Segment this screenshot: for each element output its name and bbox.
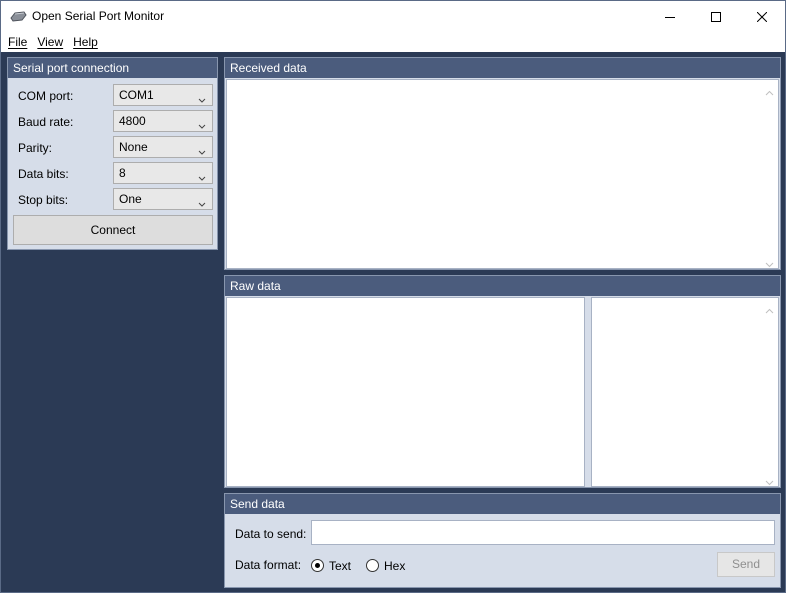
window-title: Open Serial Port Monitor: [32, 9, 165, 23]
baud-rate-label: Baud rate:: [18, 115, 74, 129]
stop-bits-value: One: [119, 192, 142, 206]
raw-data-panel: Raw data: [224, 275, 781, 488]
maximize-button[interactable]: [693, 1, 739, 32]
received-scrollbar[interactable]: [761, 80, 778, 268]
format-text-label[interactable]: Text: [329, 559, 351, 573]
raw-scrollbar[interactable]: [761, 298, 778, 486]
com-port-select[interactable]: COM1: [113, 84, 213, 106]
menu-file[interactable]: File: [3, 32, 32, 52]
maximize-icon: [711, 11, 721, 22]
data-bits-label: Data bits:: [18, 167, 69, 181]
close-button[interactable]: [739, 1, 785, 32]
raw-data-header: Raw data: [225, 276, 780, 296]
format-text-radio[interactable]: [311, 559, 324, 572]
chevron-down-icon: [198, 90, 206, 103]
minimize-icon: [665, 12, 675, 22]
menu-help[interactable]: Help: [68, 32, 103, 52]
parity-label: Parity:: [18, 141, 53, 155]
title-bar[interactable]: Open Serial Port Monitor: [1, 1, 785, 32]
format-hex-radio[interactable]: [366, 559, 379, 572]
com-port-label: COM port:: [18, 89, 74, 103]
format-hex-label[interactable]: Hex: [384, 559, 405, 573]
data-bits-value: 8: [119, 166, 126, 180]
menu-bar: File View Help: [1, 32, 785, 52]
chevron-down-icon: [198, 142, 206, 155]
data-format-label: Data format:: [235, 558, 302, 572]
app-window: Open Serial Port Monitor File View Help …: [0, 0, 786, 593]
radio-selected-dot: [315, 563, 320, 568]
parity-select[interactable]: None: [113, 136, 213, 158]
serial-connection-header: Serial port connection: [8, 58, 217, 78]
menu-view[interactable]: View: [32, 32, 68, 52]
received-data-panel: Received data: [224, 57, 781, 270]
connect-button[interactable]: Connect: [13, 215, 213, 245]
scroll-up-icon[interactable]: [765, 85, 774, 96]
com-port-value: COM1: [119, 88, 154, 102]
raw-data-ascii-view[interactable]: [591, 297, 779, 487]
raw-data-hex-view[interactable]: [226, 297, 585, 487]
chevron-down-icon: [198, 194, 206, 207]
baud-rate-value: 4800: [119, 114, 146, 128]
scroll-up-icon[interactable]: [765, 303, 774, 314]
scroll-down-icon[interactable]: [765, 257, 774, 268]
close-icon: [757, 11, 767, 22]
send-button[interactable]: Send: [717, 552, 775, 577]
parity-value: None: [119, 140, 148, 154]
baud-rate-select[interactable]: 4800: [113, 110, 213, 132]
stop-bits-select[interactable]: One: [113, 188, 213, 210]
minimize-button[interactable]: [647, 1, 693, 32]
stop-bits-label: Stop bits:: [18, 193, 69, 207]
received-data-header: Received data: [225, 58, 780, 78]
serial-cable-icon: [10, 10, 27, 22]
data-to-send-input[interactable]: [311, 520, 775, 545]
serial-connection-panel: Serial port connection COM port: COM1 Ba…: [7, 57, 218, 250]
send-data-panel: Send data Data to send: Data format: Tex…: [224, 493, 781, 588]
scroll-down-icon[interactable]: [765, 475, 774, 486]
data-to-send-label: Data to send:: [235, 527, 307, 541]
chevron-down-icon: [198, 116, 206, 129]
chevron-down-icon: [198, 168, 206, 181]
data-bits-select[interactable]: 8: [113, 162, 213, 184]
send-data-header: Send data: [225, 494, 780, 514]
received-data-text[interactable]: [226, 79, 779, 269]
